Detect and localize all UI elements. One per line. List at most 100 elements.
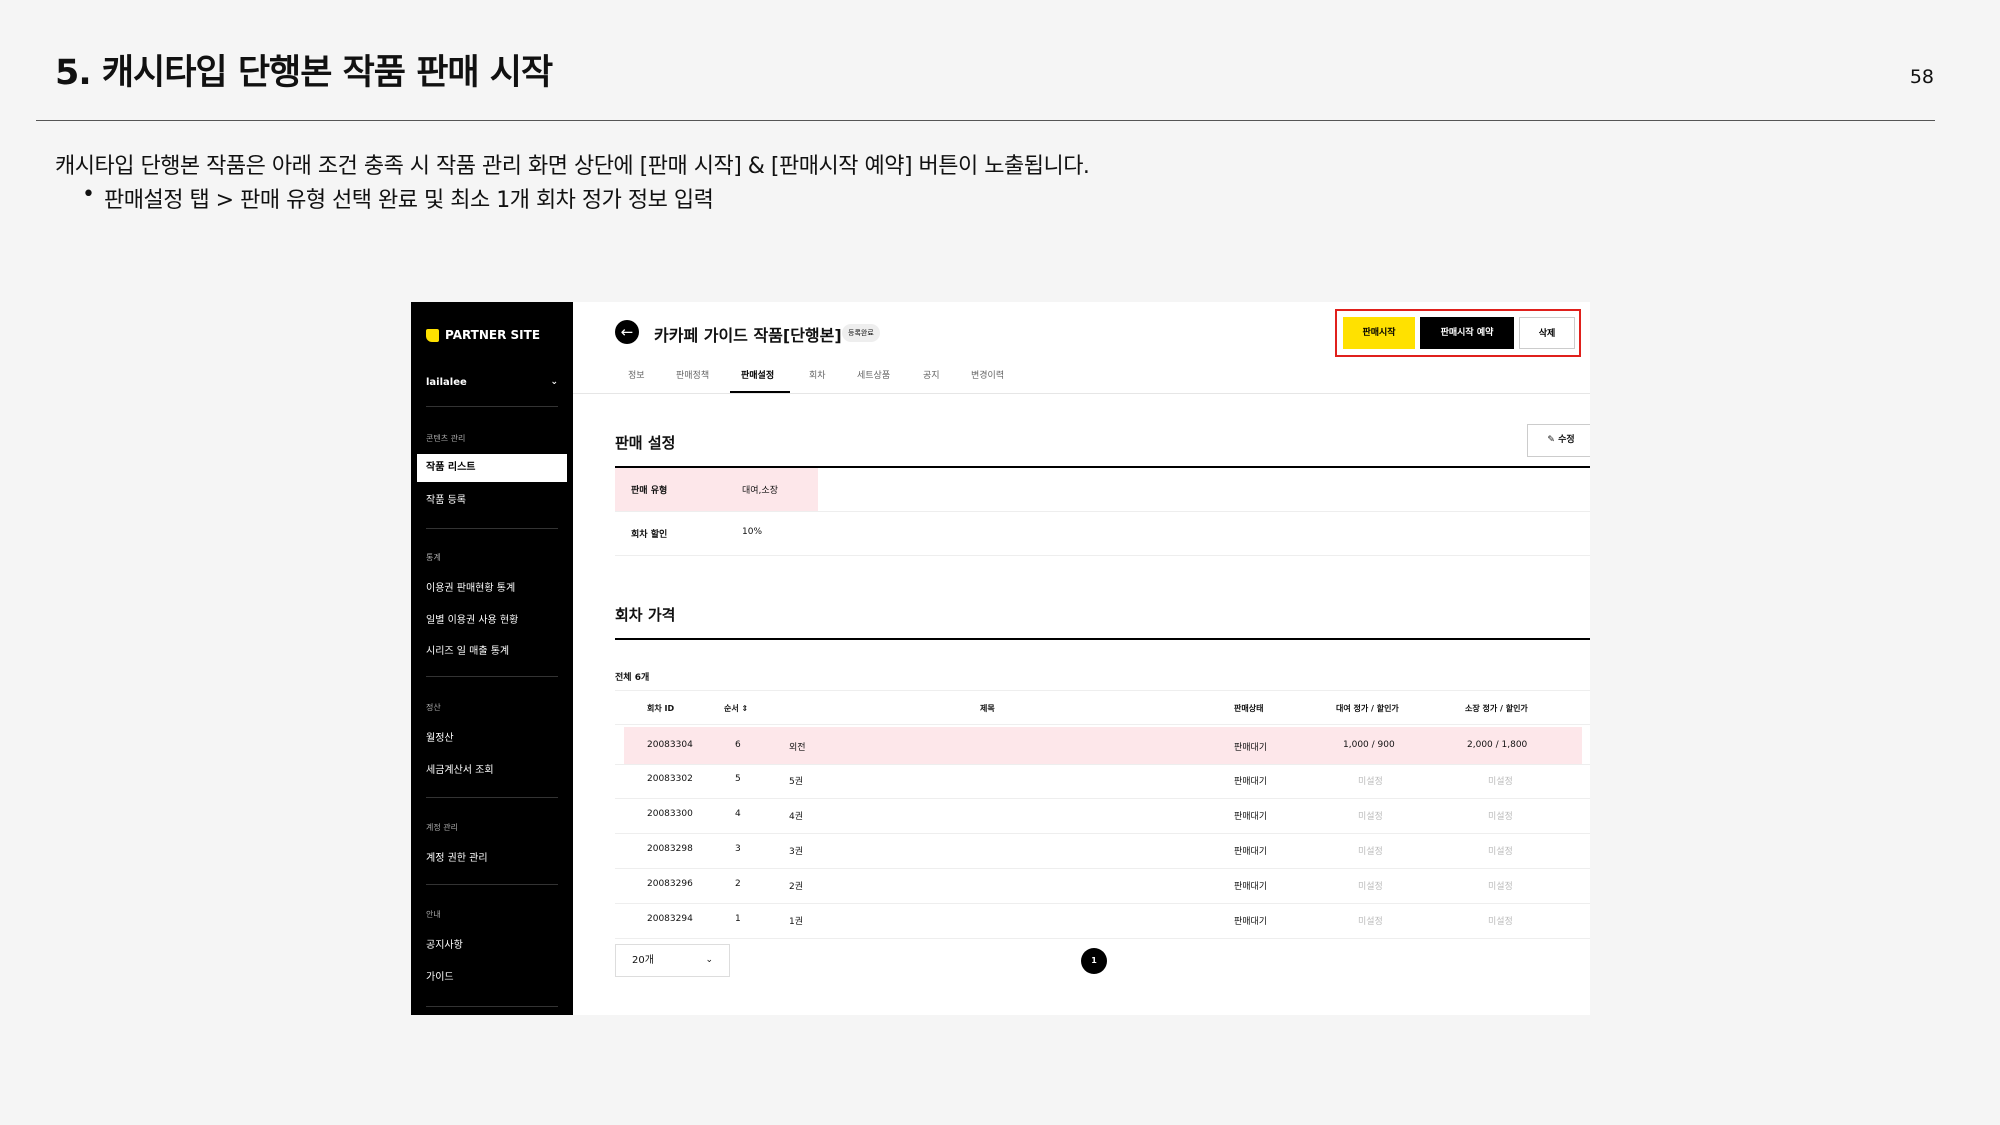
- sidebar-item-monthly-settlement[interactable]: 월정산: [426, 729, 454, 744]
- tab-sales-policy[interactable]: 판매정책: [676, 368, 709, 381]
- row-divider: [615, 511, 1590, 512]
- sidebar-divider: [426, 884, 558, 885]
- cell-rent-price: 미설정: [1358, 917, 1383, 927]
- logo-text: PARTNER SITE: [445, 328, 541, 342]
- sidebar-divider: [426, 1006, 558, 1007]
- page-size-select[interactable]: 20개 ⌄: [615, 944, 730, 977]
- col-header-rent-price: 대여 정가 / 할인가: [1336, 704, 1399, 713]
- episode-total-count: 전체 6개: [615, 673, 650, 683]
- sidebar-item-series-daily-sales[interactable]: 시리즈 일 매출 통계: [426, 642, 509, 657]
- cell-episode-id: 20083302: [647, 774, 693, 784]
- row-divider: [615, 938, 1590, 939]
- sidebar-divider: [426, 676, 558, 677]
- cell-rent-price: 미설정: [1358, 777, 1383, 787]
- cell-rent-price: 1,000 / 900: [1343, 740, 1395, 750]
- cell-order: 6: [735, 740, 741, 750]
- sidebar-item-work-register[interactable]: 작품 등록: [426, 491, 466, 506]
- slide-description: 캐시타입 단행본 작품은 아래 조건 충족 시 작품 관리 화면 상단에 [판매…: [55, 154, 1090, 179]
- cell-episode-id: 20083300: [647, 809, 693, 819]
- sidebar-section-settlement: 정산: [426, 703, 441, 712]
- edit-label: 수정: [1558, 435, 1575, 445]
- tab-episodes[interactable]: 회차: [809, 368, 826, 381]
- cell-order: 5: [735, 774, 741, 784]
- col-header-episode-id: 회차 ID: [647, 704, 675, 713]
- tab-info[interactable]: 정보: [628, 368, 645, 381]
- page-button-current[interactable]: 1: [1081, 948, 1107, 974]
- title-rule: [36, 120, 1935, 121]
- col-header-status: 판매상태: [1234, 704, 1264, 713]
- page-size-value: 20개: [632, 955, 654, 966]
- tab-bar: 정보 판매정책 판매설정 회차 세트상품 공지 변경이력: [573, 356, 1590, 394]
- col-header-own-price: 소장 정가 / 할인가: [1465, 704, 1528, 713]
- cell-episode-id: 20083304: [647, 740, 693, 750]
- col-header-title: 제목: [980, 704, 995, 713]
- sales-start-button[interactable]: 판매시작: [1343, 317, 1415, 349]
- episode-discount-value: 10%: [742, 527, 763, 537]
- tab-set-products[interactable]: 세트상품: [857, 368, 890, 381]
- sales-reserve-button[interactable]: 판매시작 예약: [1420, 317, 1514, 349]
- chevron-down-icon: ⌄: [550, 377, 558, 387]
- cell-own-price: 미설정: [1488, 812, 1513, 822]
- cell-title: 4권: [789, 812, 804, 822]
- tab-notice[interactable]: 공지: [923, 368, 940, 381]
- edit-button[interactable]: ✎ 수정: [1527, 424, 1590, 457]
- sidebar-item-notice[interactable]: 공지사항: [426, 936, 463, 951]
- col-header-order-label: 순서: [724, 704, 739, 713]
- tab-change-history[interactable]: 변경이력: [971, 368, 1004, 381]
- logo-icon: [426, 328, 439, 342]
- cell-title: 2권: [789, 882, 804, 892]
- tab-sales-settings[interactable]: 판매설정: [741, 368, 774, 381]
- cell-title: 외전: [789, 743, 806, 753]
- cell-order: 3: [735, 844, 741, 854]
- sidebar-section-stats: 통계: [426, 553, 441, 562]
- sidebar-divider: [426, 406, 558, 407]
- delete-button[interactable]: 삭제: [1519, 317, 1575, 349]
- cell-own-price: 미설정: [1488, 777, 1513, 787]
- cell-rent-price: 미설정: [1358, 812, 1383, 822]
- sidebar-item-daily-ticket-usage[interactable]: 일별 이용권 사용 현황: [426, 611, 518, 626]
- sidebar: PARTNER SITE lailalee ⌄ 콘텐츠 관리 작품 리스트 작품…: [411, 302, 573, 1015]
- cell-status: 판매대기: [1234, 917, 1268, 927]
- user-menu[interactable]: lailalee ⌄: [426, 377, 558, 388]
- back-arrow-icon[interactable]: ←: [615, 320, 639, 344]
- table-header-rule: [615, 690, 1590, 691]
- sidebar-item-ticket-sales-stats[interactable]: 이용권 판매현황 통계: [426, 579, 515, 594]
- sidebar-section-content: 콘텐츠 관리: [426, 434, 466, 443]
- cell-title: 5권: [789, 777, 804, 787]
- cell-episode-id: 20083298: [647, 844, 693, 854]
- row-divider: [615, 555, 1590, 556]
- cell-rent-price: 미설정: [1358, 882, 1383, 892]
- user-name: lailalee: [426, 377, 467, 388]
- slide-title: 5. 캐시타입 단행본 작품 판매 시작: [55, 53, 553, 93]
- col-header-order[interactable]: 순서 ⇕: [724, 703, 748, 714]
- cell-title: 1권: [789, 917, 804, 927]
- sales-settings-title: 판매 설정: [615, 434, 676, 452]
- row-divider: [615, 764, 1590, 765]
- cell-status: 판매대기: [1234, 743, 1268, 753]
- chevron-down-icon: ⌄: [705, 955, 713, 965]
- cell-status: 판매대기: [1234, 777, 1268, 787]
- cell-order: 1: [735, 914, 741, 924]
- work-title: 카카페 가이드 작품[단행본]: [654, 326, 842, 345]
- sidebar-item-work-list[interactable]: 작품 리스트: [417, 454, 567, 482]
- cell-order: 4: [735, 809, 741, 819]
- sort-icon: ⇕: [741, 704, 749, 713]
- sales-type-label: 판매 유형: [631, 486, 668, 496]
- sidebar-item-account-permission[interactable]: 계정 권한 관리: [426, 849, 488, 864]
- sidebar-divider: [426, 528, 558, 529]
- partner-site-screenshot: PARTNER SITE lailalee ⌄ 콘텐츠 관리 작품 리스트 작품…: [411, 302, 1590, 1015]
- sidebar-section-account: 계정 관리: [426, 823, 458, 832]
- cell-episode-id: 20083296: [647, 879, 693, 889]
- row-divider: [615, 798, 1590, 799]
- sidebar-item-tax-invoice[interactable]: 세금계산서 조회: [426, 761, 494, 776]
- cell-order: 2: [735, 879, 741, 889]
- partner-site-logo[interactable]: PARTNER SITE: [426, 328, 540, 342]
- page-number: 58: [1909, 66, 1934, 88]
- pencil-icon: ✎: [1547, 435, 1555, 445]
- cell-status: 판매대기: [1234, 882, 1268, 892]
- row-divider: [615, 833, 1590, 834]
- sidebar-section-guide: 안내: [426, 910, 441, 919]
- row-divider: [615, 903, 1590, 904]
- section-rule: [615, 638, 1590, 640]
- sidebar-item-guide[interactable]: 가이드: [426, 968, 454, 983]
